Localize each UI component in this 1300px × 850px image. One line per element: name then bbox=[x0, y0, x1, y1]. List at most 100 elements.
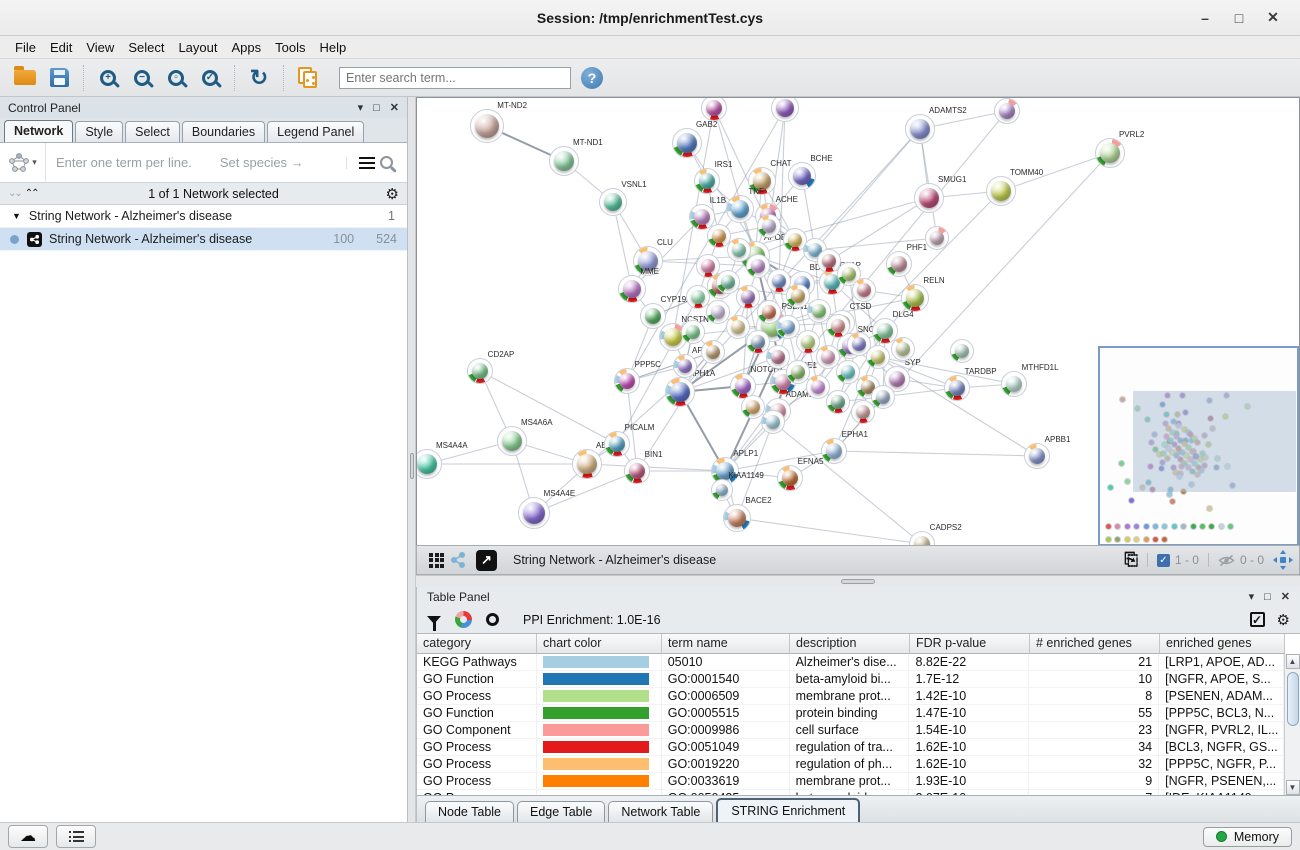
table-row[interactable]: GO FunctionGO:0005515protein binding1.47… bbox=[417, 705, 1284, 722]
minimize-button[interactable]: – bbox=[1188, 5, 1222, 31]
menu-view[interactable]: View bbox=[79, 38, 121, 57]
network-node-phf1[interactable]: PHF1 bbox=[886, 251, 912, 277]
network-node[interactable] bbox=[994, 98, 1020, 124]
network-node-picalm[interactable]: PICALM bbox=[604, 431, 630, 457]
network-node[interactable] bbox=[851, 400, 875, 424]
panel-float-icon[interactable]: □ bbox=[373, 102, 380, 114]
network-node[interactable] bbox=[706, 300, 730, 324]
network-node-bace2[interactable]: BACE2 bbox=[723, 504, 751, 532]
share-view-icon[interactable] bbox=[450, 552, 466, 568]
column-header-term-name[interactable]: term name bbox=[662, 634, 790, 654]
panel-float-icon[interactable]: □ bbox=[1264, 591, 1271, 603]
network-node-pvrl2[interactable]: PVRL2 bbox=[1095, 138, 1125, 168]
menu-file[interactable]: File bbox=[8, 38, 43, 57]
network-node-abca7[interactable]: ABCA7 bbox=[572, 449, 602, 479]
panel-close-icon[interactable]: ✕ bbox=[1281, 590, 1290, 603]
network-node-kiaa1149[interactable]: KIAA1149 bbox=[711, 479, 733, 501]
network-node[interactable] bbox=[866, 345, 890, 369]
expand-all-icon[interactable]: ⌃⌃ bbox=[25, 188, 38, 199]
network-node[interactable] bbox=[826, 314, 850, 338]
column-header-description[interactable]: description bbox=[790, 634, 910, 654]
network-node-apbb1[interactable]: APBB1 bbox=[1024, 443, 1050, 469]
network-node-ms4a4e[interactable]: MS4A4E bbox=[518, 497, 550, 529]
select-settings-icon[interactable]: ✓ bbox=[1250, 612, 1265, 627]
network-node-mt-nd1[interactable]: MT-ND1 bbox=[549, 146, 579, 176]
network-node[interactable] bbox=[786, 360, 810, 384]
network-node-bin1[interactable]: BIN1 bbox=[624, 458, 650, 484]
network-collection-row[interactable]: ▼ String Network - Alzheimer's disease 1 bbox=[0, 205, 407, 228]
network-node-gab2[interactable]: GAB2 bbox=[672, 128, 702, 158]
network-node[interactable] bbox=[925, 226, 949, 250]
zoom-out-button[interactable]: − bbox=[125, 62, 159, 94]
network-node-tnf[interactable]: TNF bbox=[726, 195, 754, 223]
network-node[interactable] bbox=[761, 410, 785, 434]
gear-icon[interactable]: ⚙ bbox=[386, 185, 399, 203]
collapse-all-icon[interactable]: ⌄⌄ bbox=[8, 188, 21, 199]
column-header-enriched-genes[interactable]: enriched genes bbox=[1160, 634, 1285, 654]
network-node-mthfd1l[interactable]: MTHFD1L bbox=[1001, 371, 1027, 397]
network-node[interactable] bbox=[726, 315, 750, 339]
expander-icon[interactable]: ▼ bbox=[12, 211, 21, 221]
network-node[interactable] bbox=[736, 285, 760, 309]
detach-view-icon[interactable]: ↗ bbox=[476, 550, 497, 571]
network-node-tardbp[interactable]: TARDBP bbox=[944, 375, 970, 401]
table-row[interactable]: GO ComponentGO:0009986cell surface1.54E-… bbox=[417, 722, 1284, 739]
string-options-icon[interactable] bbox=[346, 157, 364, 169]
network-node-reln[interactable]: RELN bbox=[901, 284, 929, 312]
close-button[interactable]: ✕ bbox=[1256, 5, 1290, 31]
tab-node-table[interactable]: Node Table bbox=[425, 801, 514, 822]
network-node[interactable] bbox=[746, 330, 770, 354]
species-selector-label[interactable]: Set species → bbox=[220, 155, 304, 170]
column-header-chart-color[interactable]: chart color bbox=[537, 634, 662, 654]
string-search-icon[interactable] bbox=[380, 156, 393, 169]
zoom-selected-button[interactable]: ✓ bbox=[193, 62, 227, 94]
tab-select[interactable]: Select bbox=[125, 121, 180, 142]
reset-charts-icon[interactable] bbox=[486, 613, 499, 626]
network-canvas[interactable]: MT-ND2MT-ND1VSNL1GAB2ADAMTS2PVRL2TOMM40S… bbox=[416, 97, 1300, 545]
network-node[interactable] bbox=[871, 385, 895, 409]
navigator-viewport-rect[interactable] bbox=[1133, 391, 1296, 492]
network-node-tomm40[interactable]: TOMM40 bbox=[986, 176, 1016, 206]
splitter-grip[interactable] bbox=[841, 579, 875, 584]
tab-string-enrichment[interactable]: STRING Enrichment bbox=[716, 798, 860, 822]
table-row[interactable]: GO ProcessGO:0050435beta-amyloid m...2.0… bbox=[417, 790, 1284, 795]
network-node[interactable] bbox=[826, 390, 850, 414]
menu-tools[interactable]: Tools bbox=[268, 38, 312, 57]
menu-apps[interactable]: Apps bbox=[225, 38, 269, 57]
tab-network[interactable]: Network bbox=[4, 120, 73, 142]
network-node[interactable] bbox=[786, 284, 810, 308]
search-input[interactable] bbox=[339, 67, 571, 89]
network-node-bche[interactable]: BCHE bbox=[788, 162, 816, 190]
network-node[interactable] bbox=[696, 254, 720, 278]
network-node-aph1a[interactable]: APH1A bbox=[665, 377, 695, 407]
open-session-button[interactable] bbox=[8, 62, 42, 94]
network-node-ppp5c[interactable]: PPP5C bbox=[614, 368, 640, 394]
network-node[interactable] bbox=[836, 360, 860, 384]
tab-style[interactable]: Style bbox=[75, 121, 123, 142]
network-node[interactable] bbox=[701, 340, 725, 364]
grid-view-icon[interactable] bbox=[429, 553, 444, 568]
export-network-icon[interactable]: ⎘ bbox=[1124, 550, 1138, 570]
birds-eye-navigator[interactable] bbox=[1098, 346, 1299, 545]
network-node-cd2ap[interactable]: CD2AP bbox=[467, 358, 493, 384]
network-node-epha1[interactable]: EPHA1 bbox=[821, 438, 847, 464]
copy-network-button[interactable] bbox=[291, 62, 325, 94]
network-node[interactable] bbox=[741, 395, 765, 419]
table-row[interactable]: GO ProcessGO:0006509membrane prot...1.42… bbox=[417, 688, 1284, 705]
network-node[interactable] bbox=[950, 339, 974, 363]
menu-help[interactable]: Help bbox=[313, 38, 354, 57]
zoom-fit-button[interactable]: ▫ bbox=[159, 62, 193, 94]
network-node-mme[interactable]: MME bbox=[618, 275, 646, 303]
tab-boundaries[interactable]: Boundaries bbox=[182, 121, 265, 142]
save-session-button[interactable] bbox=[42, 62, 76, 94]
tab-edge-table[interactable]: Edge Table bbox=[517, 801, 605, 822]
menu-select[interactable]: Select bbox=[121, 38, 171, 57]
draw-charts-icon[interactable] bbox=[455, 611, 472, 628]
scroll-down-arrow[interactable]: ▼ bbox=[1286, 780, 1300, 795]
maximize-button[interactable]: □ bbox=[1222, 5, 1256, 31]
network-node-vsnl1[interactable]: VSNL1 bbox=[599, 188, 627, 216]
panel-close-icon[interactable]: ✕ bbox=[390, 101, 399, 114]
network-node-smug1[interactable]: SMUG1 bbox=[914, 183, 944, 213]
network-node[interactable] bbox=[776, 315, 800, 339]
gear-icon[interactable]: ⚙ bbox=[1277, 611, 1290, 629]
